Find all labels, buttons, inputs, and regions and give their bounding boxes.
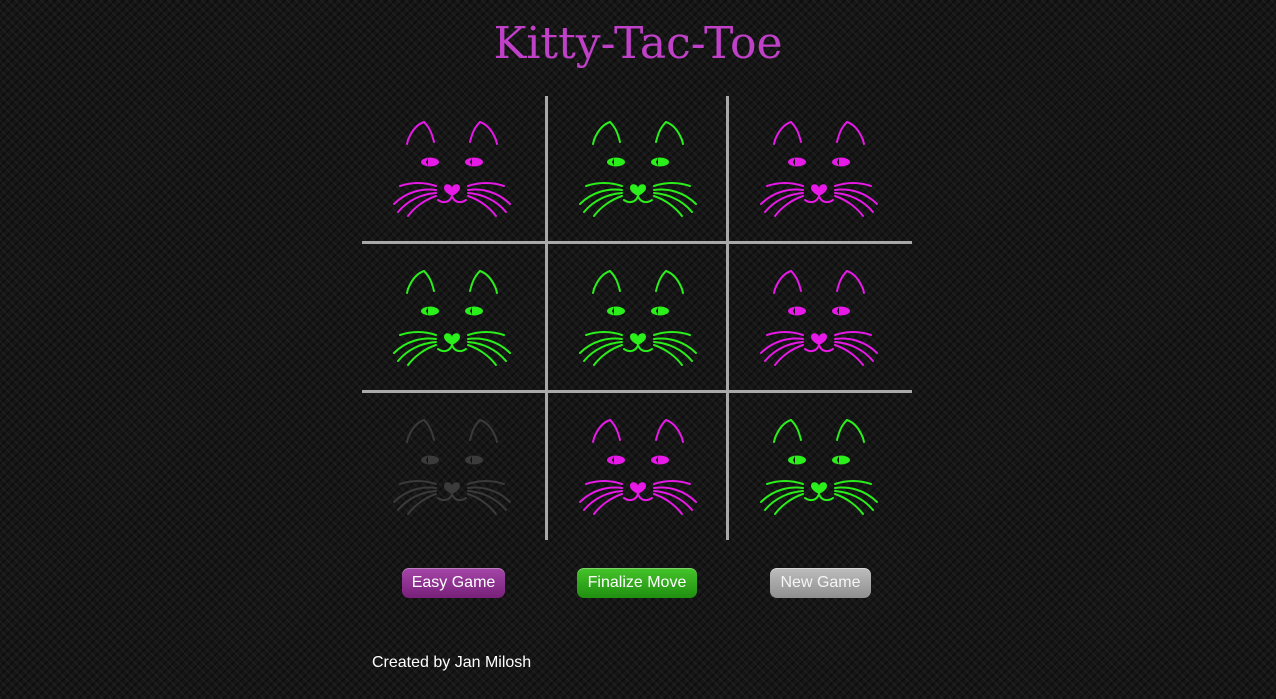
- cat-magenta-icon: [757, 118, 881, 218]
- board-cell-bottom-center[interactable]: [548, 394, 728, 538]
- grid-line-horizontal-2: [362, 390, 912, 393]
- board-cell-center[interactable]: [548, 245, 728, 389]
- easy-game-button[interactable]: Easy Game: [402, 568, 505, 598]
- cat-magenta-icon: [576, 416, 700, 516]
- cat-green-icon: [576, 118, 700, 218]
- board-cell-middle-right[interactable]: [729, 245, 909, 389]
- board-cell-bottom-right[interactable]: [729, 394, 909, 538]
- cat-magenta-icon: [757, 267, 881, 367]
- board-cell-top-right[interactable]: [729, 96, 909, 240]
- new-game-button[interactable]: New Game: [770, 568, 871, 598]
- cat-green-icon: [757, 416, 881, 516]
- credit-text: Created by Jan Milosh: [372, 654, 532, 671]
- finalize-move-button[interactable]: Finalize Move: [577, 568, 697, 598]
- cat-ghost-icon: [390, 416, 514, 516]
- board-cell-middle-left[interactable]: [362, 245, 542, 389]
- grid-line-horizontal-1: [362, 241, 912, 244]
- game-board: [362, 96, 912, 540]
- board-cell-top-left[interactable]: [362, 96, 542, 240]
- page-title: Kitty-Tac-Toe: [493, 18, 783, 69]
- cat-magenta-icon: [390, 118, 514, 218]
- cat-green-icon: [390, 267, 514, 367]
- cat-green-icon: [576, 267, 700, 367]
- board-cell-bottom-left[interactable]: [362, 394, 542, 538]
- board-cell-top-center[interactable]: [548, 96, 728, 240]
